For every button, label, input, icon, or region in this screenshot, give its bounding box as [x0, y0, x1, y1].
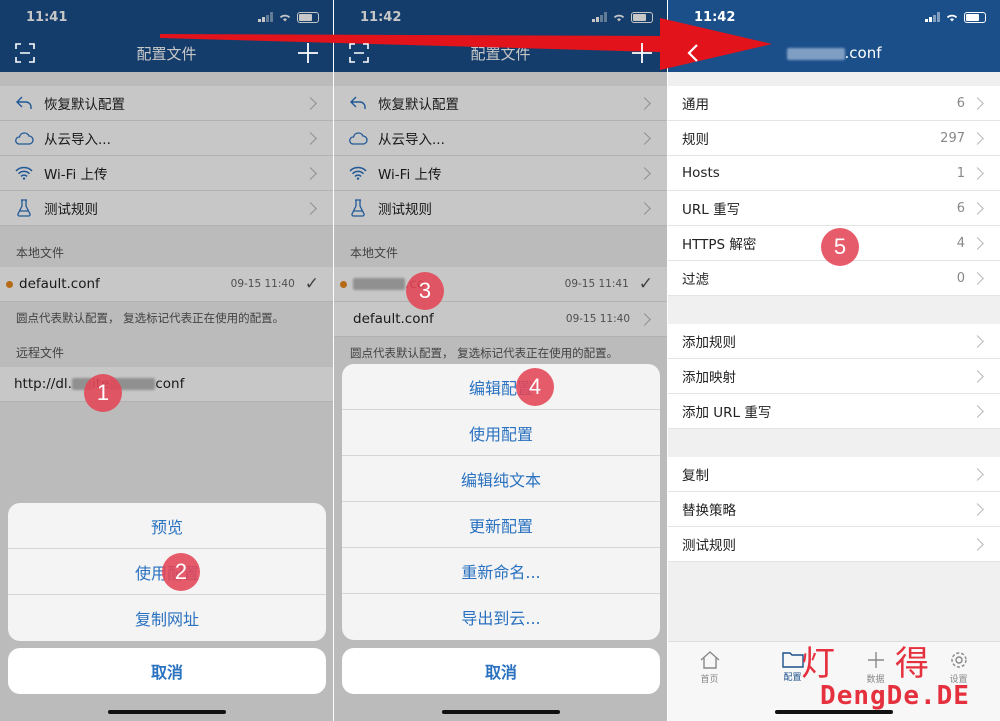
status-icons — [925, 11, 986, 23]
screen-1: 11:41 配置文件 恢复默认配置 从云导入... Wi-Fi 上传 测试规则 … — [0, 0, 333, 721]
section-label: 规则 — [682, 132, 709, 148]
section-label: URL 重写 — [682, 202, 741, 218]
watermark-en: DengDe.DE — [820, 681, 970, 711]
chevron-right-icon — [971, 369, 984, 383]
home-indicator — [107, 710, 226, 714]
chevron-right-icon — [971, 166, 984, 180]
scan-button[interactable] — [346, 40, 372, 66]
replace-policy-row[interactable]: 替换策略 — [668, 492, 1000, 527]
house-icon — [700, 651, 719, 669]
step-badge-4: 4 — [516, 368, 554, 406]
section-url-rewrite[interactable]: URL 重写 6 — [668, 191, 1000, 226]
row-label: 测试规则 — [682, 538, 736, 554]
cancel-button[interactable]: 取消 — [342, 648, 660, 694]
copy-row[interactable]: 复制 — [668, 457, 1000, 492]
add-button[interactable] — [629, 40, 655, 66]
scan-button[interactable] — [12, 40, 38, 66]
sheet-preview-button[interactable]: 预览 — [8, 503, 326, 549]
tab-label: 配置 — [783, 673, 802, 683]
add-mapping-row[interactable]: 添加映射 — [668, 359, 1000, 394]
chevron-right-icon — [971, 236, 984, 250]
chevron-right-icon — [971, 271, 984, 285]
sheet-use-config-button[interactable]: 使用配置 — [342, 410, 660, 456]
section-count: 6 — [956, 200, 965, 216]
section-count: 6 — [956, 95, 965, 111]
step-badge-1: 1 — [84, 374, 122, 412]
step-badge-2: 2 — [162, 553, 200, 591]
watermark-char-2: 得 — [895, 644, 989, 684]
scan-icon — [15, 43, 35, 63]
status-time: 11:42 — [694, 9, 736, 25]
redacted-text — [786, 47, 845, 60]
signal-icon — [925, 12, 940, 22]
row-label: 添加规则 — [682, 335, 736, 351]
sheet-update-config-button[interactable]: 更新配置 — [342, 502, 660, 548]
nav-bar: .conf — [668, 34, 1000, 72]
add-actions: 添加规则 添加映射 添加 URL 重写 — [668, 324, 1000, 429]
tab-home[interactable]: 首页 — [680, 650, 740, 721]
section-count: 0 — [956, 270, 965, 286]
cancel-button[interactable]: 取消 — [8, 648, 326, 694]
action-sheet: 编辑配置 使用配置 编辑纯文本 更新配置 重新命名... 导出到云... — [342, 364, 660, 640]
sheet-copy-url-button[interactable]: 复制网址 — [8, 595, 326, 641]
sheet-rename-button[interactable]: 重新命名... — [342, 548, 660, 594]
row-label: 替换策略 — [682, 503, 736, 519]
chevron-left-icon — [687, 44, 698, 62]
chevron-right-icon — [971, 467, 984, 481]
battery-icon — [964, 11, 986, 23]
step-badge-5: 5 — [821, 228, 859, 266]
section-label: HTTPS 解密 — [682, 237, 757, 253]
misc-actions: 复制 替换策略 测试规则 — [668, 457, 1000, 562]
row-label: 复制 — [682, 468, 709, 484]
section-label: Hosts — [682, 165, 720, 181]
add-rule-row[interactable]: 添加规则 — [668, 324, 1000, 359]
sheet-edit-config-button[interactable]: 编辑配置 — [342, 364, 660, 410]
title-suffix: .conf — [844, 44, 882, 62]
status-bar: 11:42 — [668, 0, 1000, 34]
home-indicator — [441, 710, 560, 714]
scan-icon — [349, 43, 369, 63]
step-badge-3: 3 — [406, 272, 444, 310]
screen-2: 11:42 配置文件 恢复默认配置 从云导入... Wi-Fi 上传 测试规则 … — [334, 0, 667, 721]
section-filter[interactable]: 过滤 0 — [668, 261, 1000, 296]
nav-spacer — [962, 40, 988, 66]
wifi-status-icon — [946, 14, 958, 22]
sheet-edit-text-button[interactable]: 编辑纯文本 — [342, 456, 660, 502]
section-count: 297 — [940, 130, 965, 146]
section-hosts[interactable]: Hosts 1 — [668, 156, 1000, 191]
section-label: 过滤 — [682, 272, 709, 288]
chevron-right-icon — [971, 201, 984, 215]
section-count: 4 — [956, 235, 965, 251]
section-label: 通用 — [682, 97, 709, 113]
watermark-cn: 灯得 — [800, 647, 990, 681]
watermark-char-1: 灯 — [801, 644, 895, 684]
plus-icon — [632, 43, 652, 63]
screen-3: 11:42 .conf 通用 6 规则 297 Hosts 1 URL 重写 6 HTT… — [668, 0, 1000, 721]
chevron-right-icon — [971, 131, 984, 145]
section-count: 1 — [956, 165, 965, 181]
sheet-export-cloud-button[interactable]: 导出到云... — [342, 594, 660, 640]
chevron-right-icon — [971, 334, 984, 348]
chevron-right-icon — [971, 404, 984, 418]
tab-label: 首页 — [700, 675, 719, 685]
row-label: 添加 URL 重写 — [682, 405, 772, 421]
chevron-right-icon — [971, 96, 984, 110]
section-general[interactable]: 通用 6 — [668, 86, 1000, 121]
page-title: .conf — [668, 44, 1000, 62]
test-rules-row[interactable]: 测试规则 — [668, 527, 1000, 562]
back-button[interactable] — [680, 40, 706, 66]
add-url-rewrite-row[interactable]: 添加 URL 重写 — [668, 394, 1000, 429]
section-rules[interactable]: 规则 297 — [668, 121, 1000, 156]
watermark: 灯得 DengDe.DE — [800, 647, 990, 711]
add-button[interactable] — [295, 40, 321, 66]
chevron-right-icon — [971, 502, 984, 516]
plus-icon — [298, 43, 318, 63]
row-label: 添加映射 — [682, 370, 736, 386]
chevron-right-icon — [971, 537, 984, 551]
